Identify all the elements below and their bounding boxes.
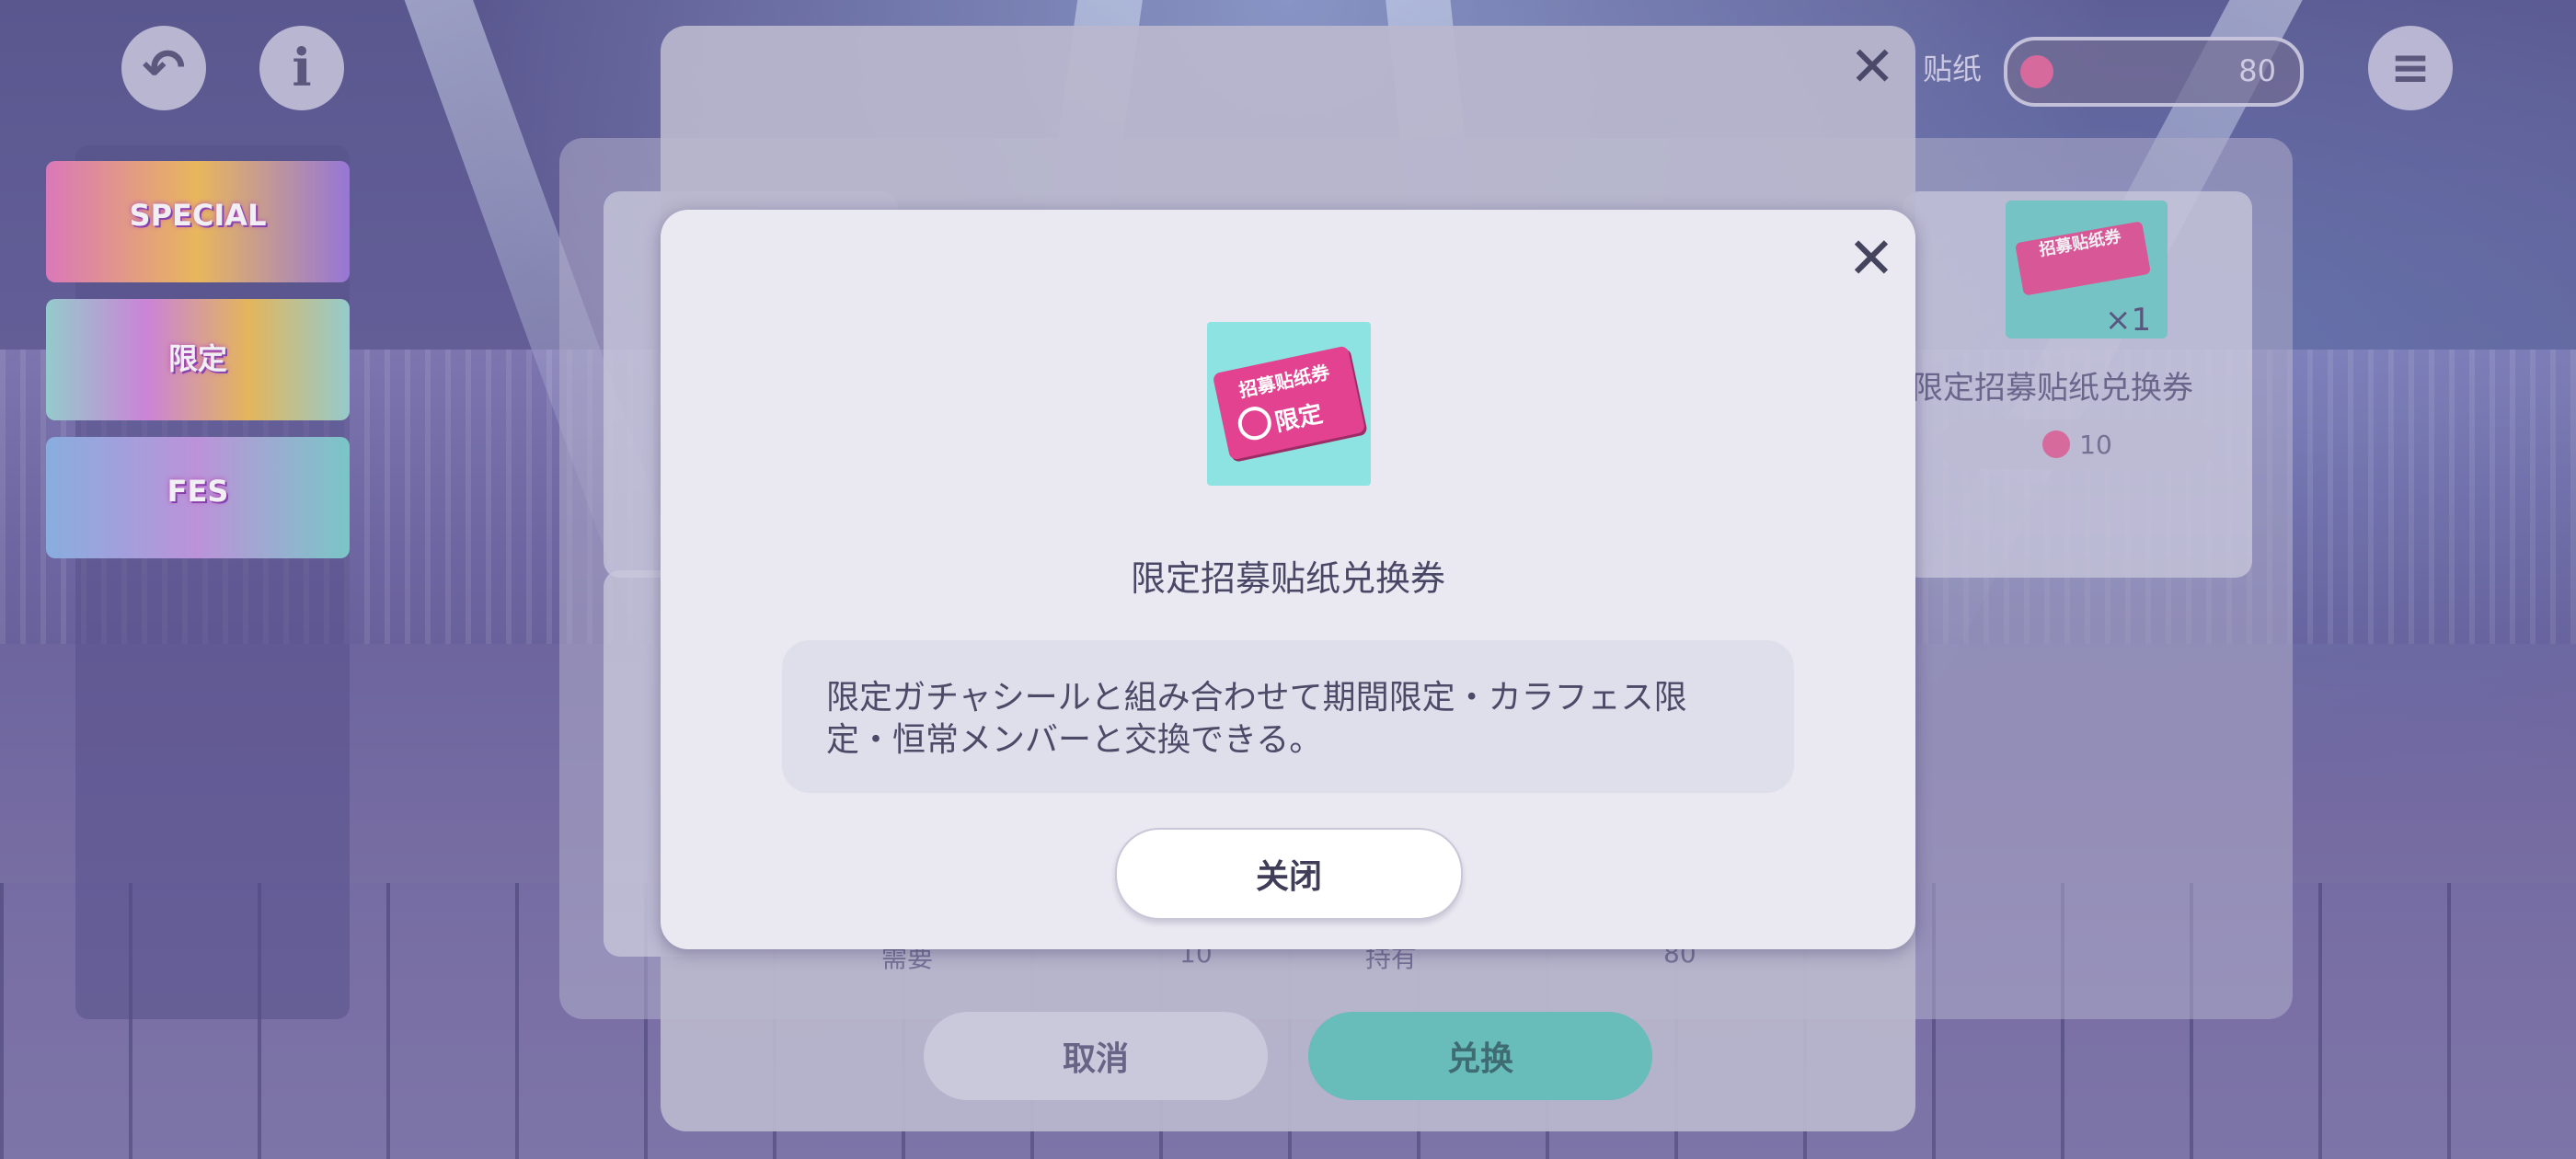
item-detail-modal: ✕ 招募贴纸券 限定 限定招募贴纸兑换券 限定ガチャシールと組み合わせて期間限定… (661, 210, 1915, 949)
item-description: 限定ガチャシールと組み合わせて期間限定・カラフェス限定・恒常メンバーと交換できる… (826, 679, 1687, 759)
item-name: 限定招募贴纸兑换券 (1130, 558, 1445, 599)
ticket-line1: 招募贴纸券 (1236, 361, 1332, 402)
sticker-coin-icon (1235, 403, 1275, 443)
item-ticket-icon: 招募贴纸券 限定 (1207, 322, 1371, 486)
close-button[interactable]: 关闭 (1115, 828, 1463, 920)
item-description-box: 限定ガチャシールと組み合わせて期間限定・カラフェス限定・恒常メンバーと交換できる… (782, 640, 1794, 793)
ticket-line2: 限定 (1272, 400, 1326, 438)
ticket-graphic: 招募贴纸券 限定 (1212, 345, 1366, 461)
close-icon[interactable]: ✕ (1847, 224, 1895, 292)
